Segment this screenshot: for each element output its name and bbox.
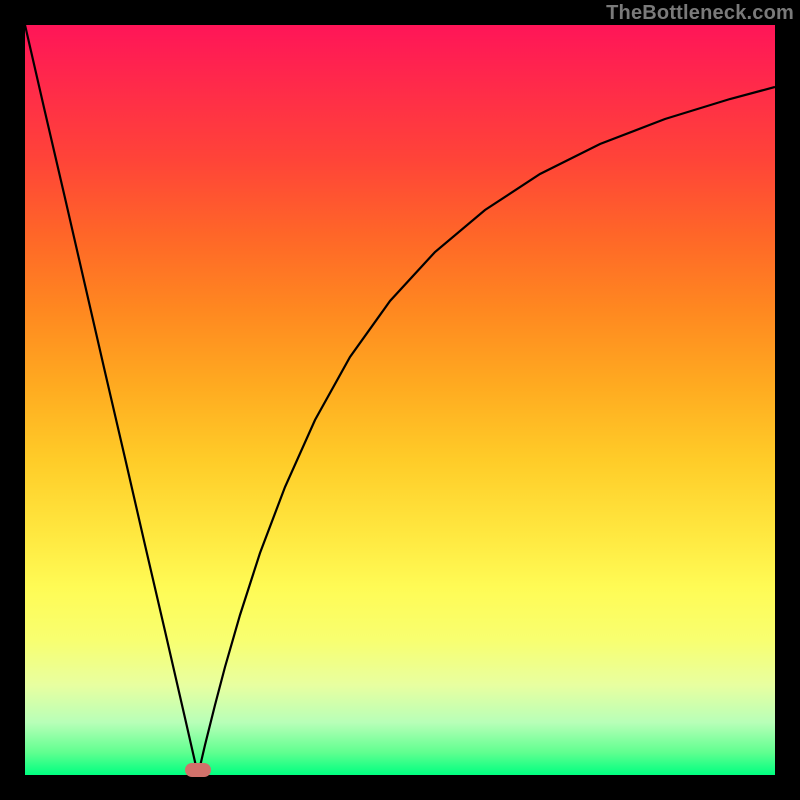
bottleneck-curve: [25, 25, 775, 775]
curve-svg: [25, 25, 775, 775]
watermark-text: TheBottleneck.com: [606, 2, 794, 25]
optimal-marker: [185, 763, 211, 777]
